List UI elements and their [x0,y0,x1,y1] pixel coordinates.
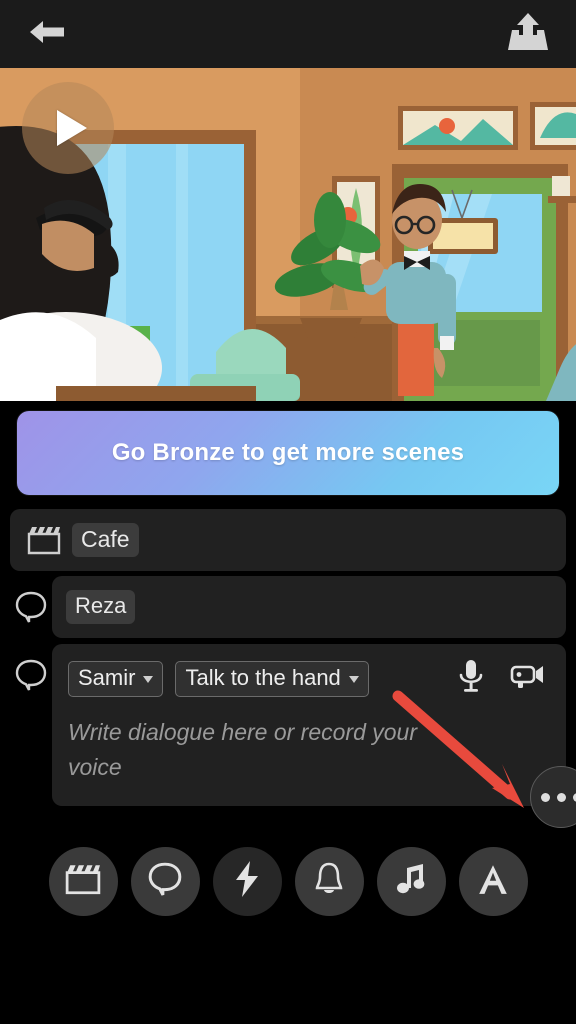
clapperboard-icon [65,863,101,900]
play-triangle [57,110,87,146]
go-bronze-label: Go Bronze to get more scenes [111,439,465,466]
dialogue-row[interactable]: Samir Talk to the hand Write dialogue he… [10,644,576,828]
scene-row[interactable]: Cafe [10,509,566,571]
dialogue-controls: Samir Talk to the hand [68,658,550,699]
chevron-down-icon [348,675,359,683]
toolbar-action-button[interactable] [212,846,282,916]
action-label: Talk to the hand [185,664,341,690]
speaker-label: Samir [78,664,136,690]
chevron-down-icon [143,675,154,683]
speech-bubble-icon [10,644,52,706]
dialogue-panel[interactable]: Samir Talk to the hand Write dialogue he… [52,644,576,828]
speaker-dropdown[interactable]: Samir [68,660,164,697]
character-row[interactable]: Reza [10,576,566,638]
more-options-button[interactable] [530,766,576,828]
microphone-icon[interactable] [458,658,484,699]
play-icon[interactable] [22,82,114,174]
video-preview[interactable] [0,68,576,401]
scene-value-chip[interactable]: Cafe [72,522,139,558]
character-panel[interactable]: Reza [52,576,566,638]
app-root: Go Bronze to get more scenes Cafe Reza S… [0,0,576,1024]
toolbar-sound-button[interactable] [294,846,364,916]
dot [572,792,576,802]
top-bar [0,0,576,68]
go-bronze-button[interactable]: Go Bronze to get more scenes [17,411,559,495]
clapperboard-icon [18,509,70,571]
dot [556,792,566,802]
speech-bubble-icon [148,861,182,902]
video-camera-icon[interactable] [510,661,546,696]
bottom-toolbar [0,840,576,922]
back-arrow-icon[interactable] [26,16,68,53]
promo-banner-area: Go Bronze to get more scenes [0,401,576,505]
music-note-icon [395,862,427,901]
dot [540,792,550,802]
lightning-bolt-icon [234,860,260,903]
action-dropdown[interactable]: Talk to the hand [175,660,369,697]
dialogue-action-icons [458,658,550,699]
text-a-icon [476,862,510,901]
toolbar-scene-button[interactable] [48,846,118,916]
toolbar-music-button[interactable] [376,846,446,916]
scene-panel[interactable]: Cafe [10,509,566,571]
toolbar-text-button[interactable] [458,846,528,916]
dialogue-input-placeholder[interactable]: Write dialogue here or record your voice [68,715,428,785]
toolbar-dialogue-button[interactable] [130,846,200,916]
bell-icon [313,861,345,902]
speech-bubble-icon [10,576,52,638]
character-value-chip[interactable]: Reza [66,590,136,624]
upload-share-icon[interactable] [506,11,550,58]
